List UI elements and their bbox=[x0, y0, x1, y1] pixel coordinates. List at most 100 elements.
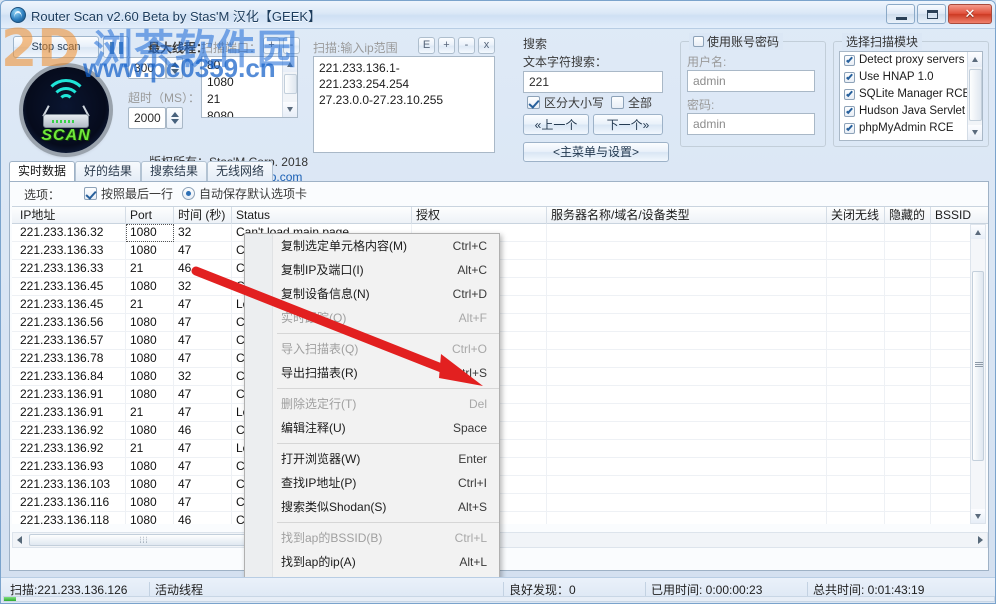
table-scroll-left-icon[interactable] bbox=[14, 534, 27, 546]
table-cell-time[interactable]: 47 bbox=[174, 242, 232, 260]
table-cell-empty[interactable] bbox=[547, 278, 827, 296]
ports-listbox[interactable]: 80108021808037777 bbox=[201, 56, 298, 118]
follow-last-line-checkbox[interactable] bbox=[84, 187, 97, 200]
module-list-item[interactable]: Use HNAP 1.0 bbox=[840, 69, 982, 86]
table-cell-empty[interactable] bbox=[547, 422, 827, 440]
table-cell-empty[interactable] bbox=[547, 440, 827, 458]
module-checkbox[interactable] bbox=[844, 106, 855, 117]
table-cell-empty[interactable] bbox=[827, 350, 885, 368]
table-cell-empty[interactable] bbox=[885, 404, 931, 422]
table-cell-time[interactable]: 47 bbox=[174, 314, 232, 332]
minimize-button[interactable] bbox=[886, 4, 915, 24]
context-menu-item[interactable]: 复制选定单元格内容(M)Ctrl+C bbox=[245, 234, 499, 258]
table-cell-empty[interactable] bbox=[547, 404, 827, 422]
table-cell-empty[interactable] bbox=[547, 386, 827, 404]
table-scroll-thumb[interactable] bbox=[972, 271, 984, 461]
range-remove-button[interactable]: - bbox=[458, 37, 475, 54]
table-cell-empty[interactable] bbox=[547, 458, 827, 476]
table-cell-empty[interactable] bbox=[827, 404, 885, 422]
table-cell-empty[interactable] bbox=[885, 332, 931, 350]
table-cell-empty[interactable] bbox=[547, 314, 827, 332]
table-cell-empty[interactable] bbox=[547, 368, 827, 386]
table-cell-empty[interactable] bbox=[885, 260, 931, 278]
table-cell-ip[interactable]: 221.233.136.56 bbox=[16, 314, 126, 332]
table-cell-empty[interactable] bbox=[931, 314, 972, 332]
modules-scrollbar[interactable] bbox=[967, 52, 982, 140]
table-cell-empty[interactable] bbox=[931, 458, 972, 476]
tab-1[interactable]: 好的结果 bbox=[75, 161, 141, 181]
table-cell-empty[interactable] bbox=[547, 494, 827, 512]
table-cell-ip[interactable]: 221.233.136.103 bbox=[16, 476, 126, 494]
table-cell-empty[interactable] bbox=[931, 386, 972, 404]
table-cell-time[interactable]: 32 bbox=[174, 368, 232, 386]
ports-scrollbar[interactable] bbox=[282, 57, 297, 117]
modules-scroll-up-icon[interactable] bbox=[968, 52, 983, 67]
table-cell-ip[interactable]: 221.233.136.33 bbox=[16, 260, 126, 278]
autosave-radio[interactable] bbox=[182, 187, 195, 200]
table-cell-ip[interactable]: 221.233.136.92 bbox=[16, 422, 126, 440]
table-cell-empty[interactable] bbox=[931, 332, 972, 350]
table-cell-ip[interactable]: 221.233.136.45 bbox=[16, 278, 126, 296]
modules-scroll-thumb[interactable] bbox=[969, 69, 982, 121]
range-add-button[interactable]: + bbox=[438, 37, 455, 54]
column-header[interactable]: 关闭无线 bbox=[827, 207, 885, 224]
table-cell-port[interactable]: 21 bbox=[126, 296, 174, 314]
table-cell-time[interactable]: 32 bbox=[174, 224, 232, 242]
search-next-button[interactable]: 下一个» bbox=[593, 114, 663, 135]
table-cell-time[interactable]: 46 bbox=[174, 512, 232, 524]
context-menu-item[interactable]: 打开浏览器(W)Enter bbox=[245, 447, 499, 471]
main-menu-settings-button[interactable]: <主菜单与设置> bbox=[523, 142, 669, 162]
table-cell-empty[interactable] bbox=[885, 458, 931, 476]
table-cell-empty[interactable] bbox=[547, 350, 827, 368]
table-cell-ip[interactable]: 221.233.136.78 bbox=[16, 350, 126, 368]
table-cell-empty[interactable] bbox=[827, 224, 885, 242]
module-checkbox[interactable] bbox=[844, 123, 855, 134]
table-cell-port[interactable]: 1080 bbox=[126, 278, 174, 296]
table-scroll-right-icon[interactable] bbox=[973, 534, 986, 546]
table-cell-empty[interactable] bbox=[931, 278, 972, 296]
context-menu-item[interactable]: 复制设备信息(N)Ctrl+D bbox=[245, 282, 499, 306]
column-header[interactable]: 隐藏的 bbox=[885, 207, 931, 224]
table-cell-ip[interactable]: 221.233.136.91 bbox=[16, 404, 126, 422]
table-cell-port[interactable]: 1080 bbox=[126, 494, 174, 512]
table-cell-empty[interactable] bbox=[827, 260, 885, 278]
range-clear-button[interactable]: x bbox=[478, 37, 495, 54]
table-cell-empty[interactable] bbox=[885, 494, 931, 512]
table-cell-empty[interactable] bbox=[827, 512, 885, 524]
column-header[interactable]: BSSID bbox=[931, 207, 996, 224]
table-cell-time[interactable]: 47 bbox=[174, 440, 232, 458]
table-cell-ip[interactable]: 221.233.136.118 bbox=[16, 512, 126, 524]
modules-listbox[interactable]: Detect proxy serversUse HNAP 1.0SQLite M… bbox=[839, 51, 983, 141]
modules-scroll-down-icon[interactable] bbox=[968, 125, 983, 140]
table-cell-empty[interactable] bbox=[827, 386, 885, 404]
table-cell-empty[interactable] bbox=[827, 494, 885, 512]
table-cell-empty[interactable] bbox=[931, 440, 972, 458]
maximize-button[interactable] bbox=[917, 4, 946, 24]
module-list-item[interactable]: SQLite Manager RCE bbox=[840, 86, 982, 103]
table-cell-empty[interactable] bbox=[931, 224, 972, 242]
table-scroll-up-icon[interactable] bbox=[971, 225, 985, 239]
column-header[interactable]: 时间 (秒) bbox=[174, 207, 232, 224]
table-cell-port[interactable]: 21 bbox=[126, 404, 174, 422]
table-cell-empty[interactable] bbox=[827, 242, 885, 260]
column-header[interactable]: 服务器名称/域名/设备类型 bbox=[547, 207, 827, 224]
table-cell-port[interactable]: 1080 bbox=[126, 350, 174, 368]
table-cell-empty[interactable] bbox=[547, 296, 827, 314]
table-cell-empty[interactable] bbox=[885, 314, 931, 332]
table-cell-empty[interactable] bbox=[931, 476, 972, 494]
table-cell-empty[interactable] bbox=[931, 404, 972, 422]
range-edit-button[interactable]: E bbox=[418, 37, 435, 54]
table-cell-empty[interactable] bbox=[547, 224, 827, 242]
timeout-spinner[interactable] bbox=[166, 107, 183, 129]
table-cell-empty[interactable] bbox=[931, 368, 972, 386]
ip-ranges-textarea[interactable]: 221.233.136.1-221.233.254.254 27.23.0.0-… bbox=[313, 56, 495, 153]
table-cell-port[interactable]: 1080 bbox=[126, 476, 174, 494]
table-cell-empty[interactable] bbox=[885, 512, 931, 524]
table-cell-port[interactable]: 21 bbox=[126, 440, 174, 458]
table-cell-port[interactable]: 1080 bbox=[126, 314, 174, 332]
table-cell-empty[interactable] bbox=[885, 422, 931, 440]
table-cell-empty[interactable] bbox=[827, 440, 885, 458]
context-menu-item[interactable]: 搜索类似Shodan(S)Alt+S bbox=[245, 495, 499, 519]
table-cell-ip[interactable]: 221.233.136.116 bbox=[16, 494, 126, 512]
table-cell-empty[interactable] bbox=[827, 314, 885, 332]
